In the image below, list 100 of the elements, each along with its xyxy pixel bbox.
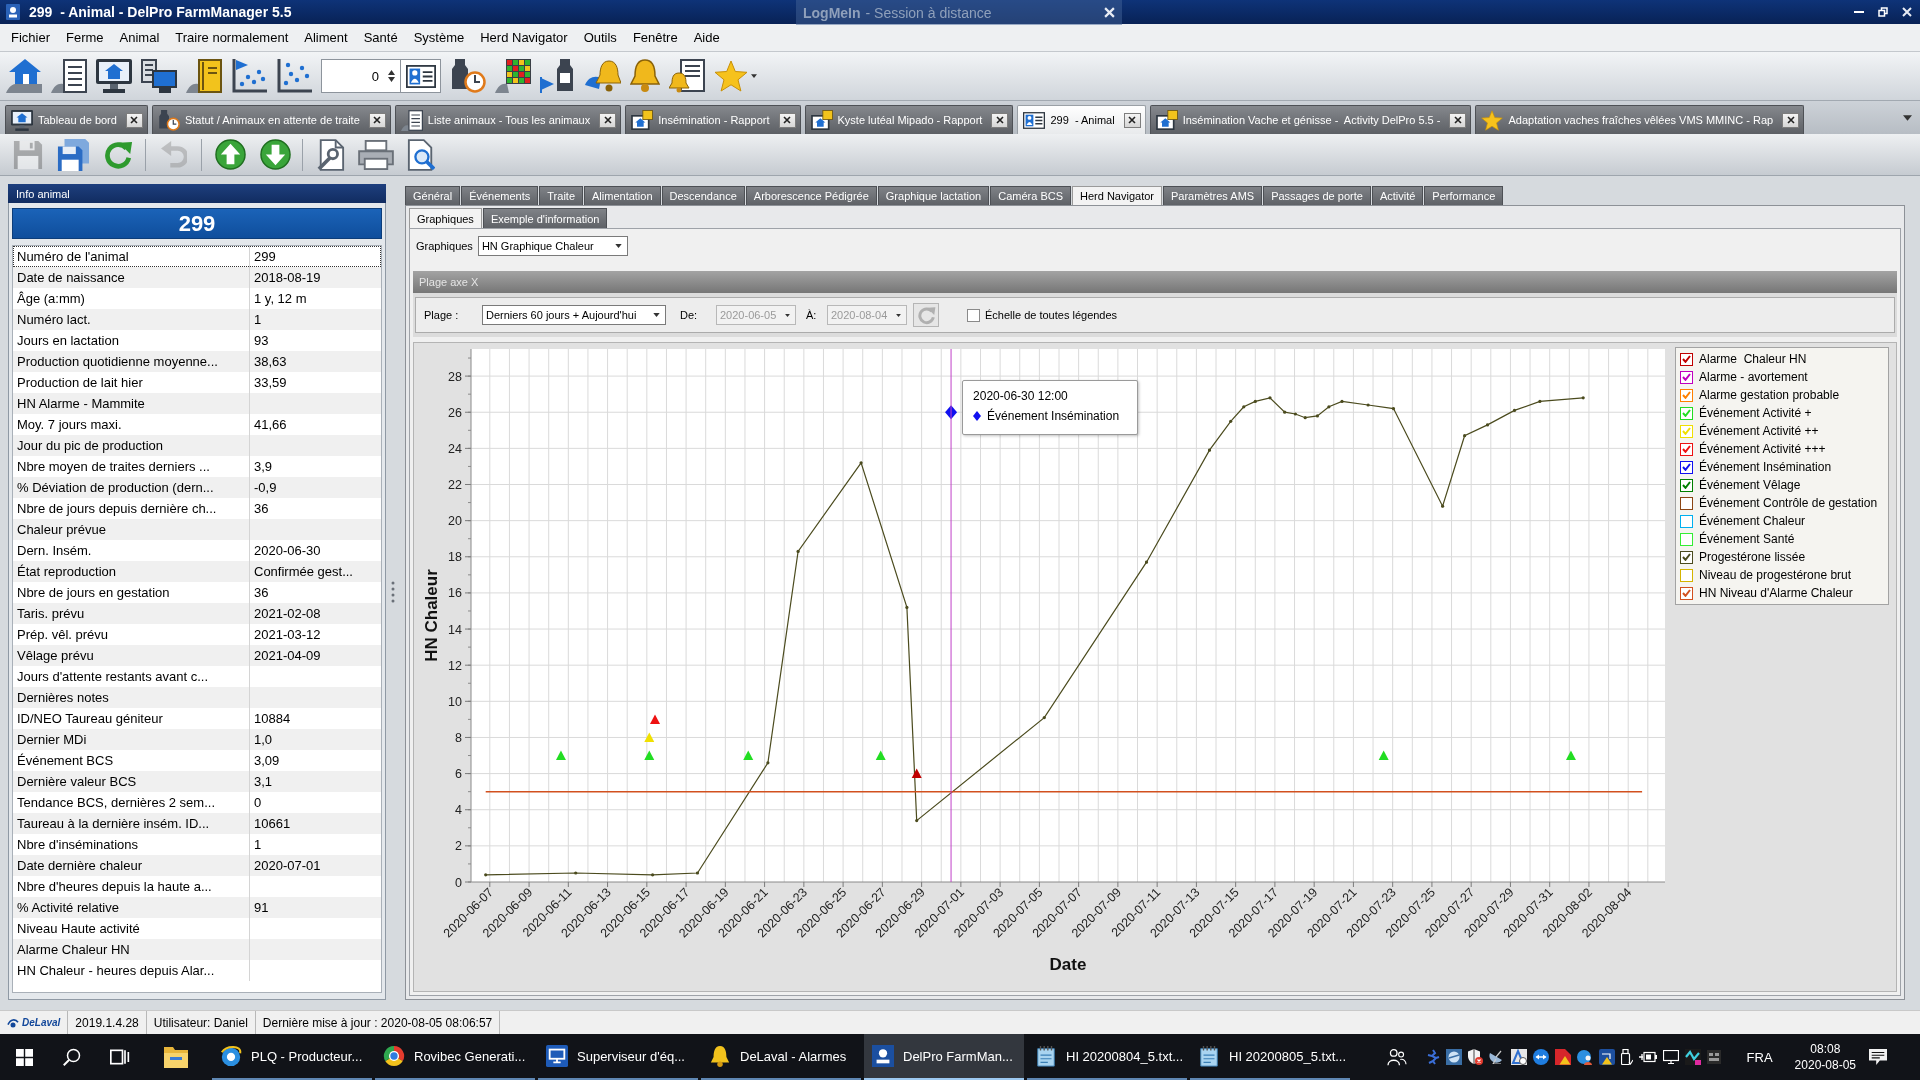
tab[interactable]: Graphiques [409, 208, 482, 228]
table-row[interactable]: % Activité relative 91 [13, 897, 381, 918]
toolbar-button[interactable] [630, 59, 660, 93]
save-all-button[interactable] [55, 136, 91, 173]
tab[interactable]: Alimentation [584, 186, 661, 205]
menu-item[interactable]: Ferme [58, 27, 112, 48]
people-button[interactable] [1386, 1048, 1407, 1066]
taskbar-button[interactable]: HI 20200804_5.txt... [1027, 1034, 1187, 1080]
checkbox[interactable] [1680, 406, 1693, 420]
table-row[interactable]: Chaleur prévue [13, 519, 381, 540]
table-row[interactable]: HN Chaleur - heures depuis Alar... [13, 960, 381, 981]
tab[interactable]: Paramètres AMS [1163, 186, 1263, 205]
checkbox[interactable] [1680, 442, 1693, 456]
tray-button[interactable] [1510, 1049, 1527, 1065]
tab[interactable]: Caméra BCS [990, 186, 1071, 205]
tab[interactable]: Traite [539, 186, 583, 205]
toolbar-button[interactable] [96, 59, 132, 93]
menu-item[interactable]: Système [405, 27, 473, 48]
taskbar-button[interactable]: PLQ - Producteur... [212, 1034, 372, 1080]
toolbar-button[interactable] [450, 59, 486, 93]
checkbox[interactable] [1680, 460, 1693, 474]
table-row[interactable]: Alarme Chaleur HN [13, 939, 381, 960]
table-row[interactable]: État reproduction Confirmée gest... [13, 561, 381, 582]
close-tab-button[interactable] [991, 112, 1009, 128]
tray-button[interactable] [1445, 1049, 1462, 1065]
checkbox[interactable] [1680, 586, 1693, 600]
table-row[interactable]: Date de naissance 2018-08-19 [13, 267, 381, 288]
document-tab[interactable]: Tableau de bord [5, 105, 148, 134]
tray-button[interactable] [1554, 1049, 1571, 1065]
clock-date[interactable]: 2020-08-05 [1794, 1057, 1856, 1073]
document-tab[interactable]: Adaptation vaches fraîches vêlées VMS MMINC - Rap [1475, 105, 1805, 134]
document-tab[interactable]: Insémination Vache et génisse - Activity DelPro 5.5 - [1149, 105, 1472, 134]
dropdown[interactable]: Derniers 60 jours + Aujourd'hui [482, 305, 666, 325]
checkbox[interactable] [1680, 550, 1693, 564]
tray-button[interactable] [1684, 1049, 1701, 1065]
table-row[interactable]: Taureau à la dernière insém. ID... 10661 [13, 813, 381, 834]
table-row[interactable]: Production quotidienne moyenne... 38,63 [13, 351, 381, 372]
table-row[interactable]: HN Alarme - Mammite [13, 393, 381, 414]
taskbar-button[interactable]: DelPro FarmMan... [864, 1034, 1024, 1080]
checkbox[interactable] [1680, 370, 1693, 384]
table-row[interactable]: Dernier MDi 1,0 [13, 729, 381, 750]
notification-button[interactable] [1868, 1048, 1888, 1066]
document-tab[interactable]: 299 - Animal [1017, 105, 1146, 134]
close-button[interactable] [1902, 7, 1912, 17]
tray-button[interactable] [1620, 1049, 1633, 1065]
tab[interactable]: Arborescence Pédigrée [745, 186, 877, 205]
close-tab-button[interactable] [778, 112, 796, 128]
checkbox[interactable] [967, 308, 980, 322]
menu-item[interactable]: Aliment [296, 27, 356, 48]
menu-item[interactable]: Fichier [3, 27, 58, 48]
close-button[interactable] [1104, 7, 1115, 18]
table-row[interactable]: Jour du pic de production [13, 435, 381, 456]
menu-item[interactable]: Fenêtre [624, 27, 686, 48]
move-up-button[interactable] [212, 136, 248, 173]
table-row[interactable]: Numéro lact. 1 [13, 309, 381, 330]
table-row[interactable]: Date dernière chaleur 2020-07-01 [13, 855, 381, 876]
menu-item[interactable]: Santé [355, 27, 406, 48]
language-button[interactable]: FRA [1742, 1049, 1777, 1065]
document-tab[interactable]: Insémination - Rapport [625, 105, 801, 134]
tray-button[interactable] [1662, 1050, 1679, 1064]
close-tab-button[interactable] [125, 112, 143, 128]
tab[interactable]: Herd Navigator [1072, 186, 1162, 205]
tab[interactable]: Exemple d'information [482, 208, 608, 228]
toolbar-button[interactable] [141, 59, 177, 93]
table-row[interactable]: Vêlage prévu 2021-04-09 [13, 645, 381, 666]
tray-button[interactable] [1598, 1049, 1615, 1065]
number-field[interactable]: 0 [321, 59, 401, 93]
tray-button[interactable] [1706, 1050, 1721, 1064]
toolbar-button[interactable] [585, 59, 621, 93]
table-row[interactable]: % Déviation de production (dern... -0,9 [13, 477, 381, 498]
table-row[interactable]: Dernière valeur BCS 3,1 [13, 771, 381, 792]
taskbar-button[interactable]: HI 20200805_5.txt... [1190, 1034, 1350, 1080]
taskbar-button[interactable]: Superviseur d'éq... [538, 1034, 698, 1080]
checkbox[interactable] [1680, 496, 1693, 510]
table-row[interactable]: Dernières notes [13, 687, 381, 708]
close-tab-button[interactable] [1123, 112, 1141, 128]
tab[interactable]: Performance [1424, 186, 1504, 205]
tab[interactable]: Général [405, 186, 461, 205]
document-tab[interactable]: Statut / Animaux en attente de traite [151, 105, 391, 134]
table-row[interactable]: Numéro de l'animal 299 [13, 246, 381, 267]
tab[interactable]: Graphique lactation [877, 186, 990, 205]
menu-item[interactable]: Traire normalement [167, 27, 297, 48]
toolbar-button[interactable] [231, 59, 267, 93]
toolbar-button[interactable] [51, 59, 87, 93]
tab[interactable]: Passages de porte [1263, 186, 1371, 205]
toolbar-button[interactable] [495, 59, 531, 93]
checkbox[interactable] [1680, 478, 1693, 492]
document-tab[interactable]: Kyste lutéal Mipado - Rapport [804, 105, 1014, 134]
menu-item[interactable]: Aide [685, 27, 728, 48]
clock-time[interactable]: 08:08 [1810, 1041, 1841, 1057]
menu-item[interactable]: Animal [111, 27, 168, 48]
close-tab-button[interactable] [368, 112, 386, 128]
checkbox[interactable] [1680, 568, 1693, 582]
tab-list-button[interactable] [1901, 112, 1914, 123]
taskbar-button[interactable]: DeLaval - Alarmes [701, 1034, 861, 1080]
toolbar-button[interactable] [276, 59, 312, 93]
id-card-button[interactable] [401, 59, 441, 93]
close-tab-button[interactable] [1782, 112, 1800, 128]
dropdown[interactable]: HN Graphique Chaleur [477, 236, 628, 256]
taskbar-button[interactable]: Rovibec Generati... [375, 1034, 535, 1080]
